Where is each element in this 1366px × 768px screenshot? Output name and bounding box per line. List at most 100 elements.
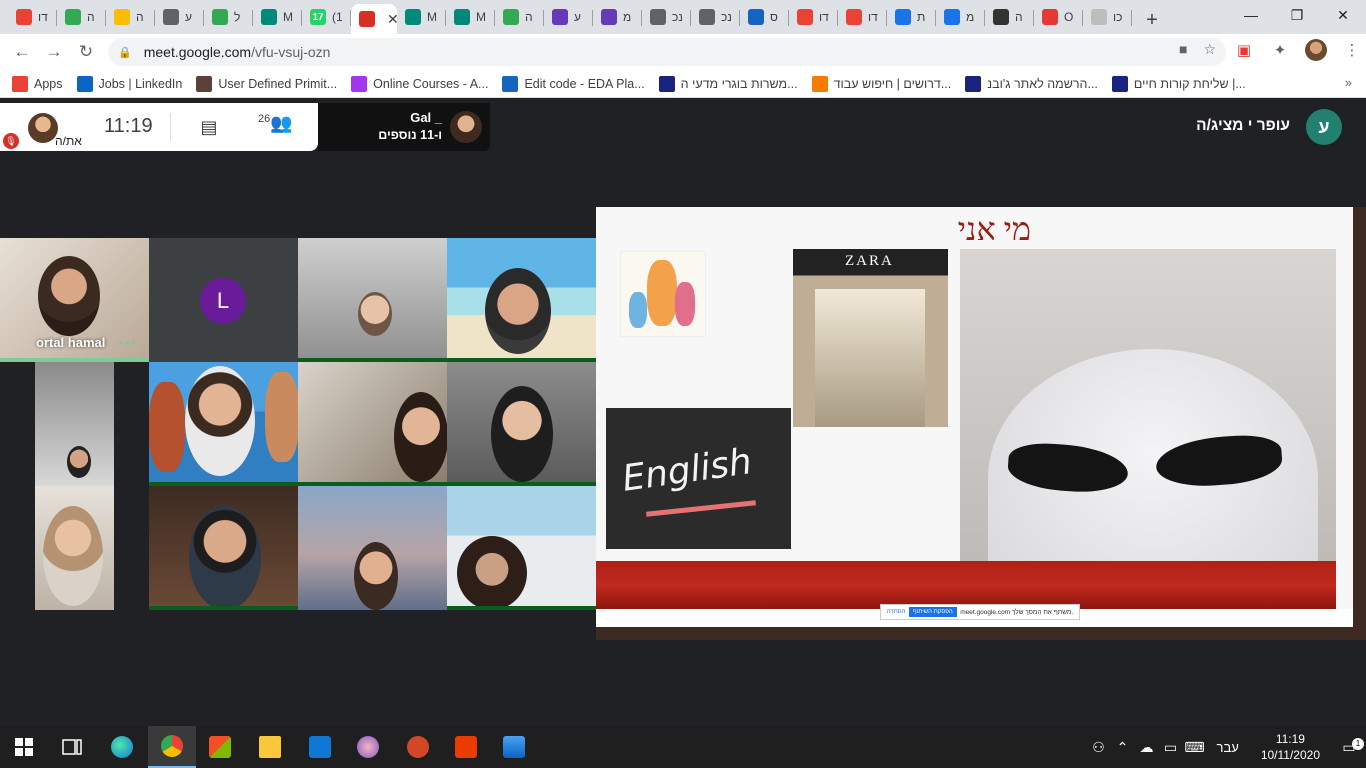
edge-icon[interactable] xyxy=(98,726,146,768)
extension-shield-icon[interactable]: ▣ xyxy=(1230,36,1258,64)
bookmark-item[interactable]: משרות בוגרי מדעי ה... xyxy=(658,75,798,92)
tab-label: M xyxy=(476,10,486,24)
speaker-others: ו-11 נוספים xyxy=(378,128,442,142)
close-window-button[interactable]: ✕ xyxy=(1320,0,1366,30)
minimize-button[interactable]: — xyxy=(1228,0,1274,30)
photos-icon[interactable] xyxy=(490,726,538,768)
browser-tab[interactable]: נכ xyxy=(691,3,740,31)
browser-tab[interactable]: נכ xyxy=(642,3,691,31)
browser-tab[interactable]: דו xyxy=(789,3,838,31)
back-icon[interactable]: ← xyxy=(6,36,38,68)
browser-tab[interactable]: ס xyxy=(740,3,789,31)
office-icon[interactable] xyxy=(442,726,490,768)
participant-tile[interactable]: ortal hamal ••• xyxy=(0,238,149,362)
keyboard-icon[interactable]: ⌨ xyxy=(1183,739,1207,756)
input-language[interactable]: עבר xyxy=(1217,740,1239,755)
chrome-icon[interactable] xyxy=(148,726,196,768)
chat-icon[interactable]: ▤ xyxy=(197,115,221,139)
bookmark-item[interactable]: Edit code - EDA Pla... xyxy=(502,75,645,92)
speaker-summary-card[interactable]: Gal _ ו-11 נוספים xyxy=(318,103,490,151)
browser-tab[interactable]: ל xyxy=(204,3,253,31)
bookmark-item[interactable]: User Defined Primit... xyxy=(196,75,337,92)
speaker-avatar xyxy=(450,111,482,143)
whatsapp-icon: 17 xyxy=(310,9,326,25)
profile-avatar[interactable] xyxy=(1302,36,1330,64)
bookmark-item[interactable]: הרשמה לאתר ג'ובנ... xyxy=(965,75,1098,92)
people-tray-icon[interactable]: ⚇ xyxy=(1087,739,1111,756)
browser-tab[interactable]: O xyxy=(1034,3,1083,31)
participant-tile[interactable] xyxy=(149,362,298,486)
browser-tab[interactable]: דו xyxy=(8,3,57,31)
onedrive-error-icon[interactable]: ☁ xyxy=(1135,739,1159,756)
address-bar[interactable]: 🔒 meet.google.com/vfu-vsuj-ozn ■ ☆ xyxy=(108,38,1226,66)
bookmark-item[interactable]: שליחת קורות חיים |... xyxy=(1111,75,1246,92)
browser-tab[interactable]: מ xyxy=(936,3,985,31)
participant-tile[interactable] xyxy=(298,486,447,610)
task-view-icon[interactable] xyxy=(48,726,96,768)
browser-tab[interactable]: M xyxy=(253,3,302,31)
hide-share-banner-button[interactable]: הסתרה xyxy=(887,609,906,615)
participant-tile[interactable] xyxy=(447,486,596,610)
browser-tab[interactable]: ה xyxy=(106,3,155,31)
store-icon[interactable] xyxy=(196,726,244,768)
hooded-photo xyxy=(960,249,1336,561)
bookmark-star-icon[interactable]: ☆ xyxy=(1203,41,1216,58)
participant-tile[interactable] xyxy=(35,486,114,610)
ji-icon xyxy=(658,75,675,92)
bookmark-item[interactable]: Apps xyxy=(12,75,63,92)
tab-label: ע xyxy=(574,10,581,24)
restore-button[interactable]: ❐ xyxy=(1274,0,1320,30)
extensions-puzzle-icon[interactable]: ✦ xyxy=(1266,36,1294,64)
ji-icon xyxy=(965,75,982,92)
clock-date[interactable]: 11:19 10/11/2020 xyxy=(1261,731,1320,763)
browser-tab[interactable]: ה xyxy=(985,3,1034,31)
start-button[interactable] xyxy=(0,726,48,768)
reload-icon[interactable]: ↻ xyxy=(70,36,102,68)
forward-icon[interactable]: → xyxy=(38,36,70,68)
participant-tile[interactable] xyxy=(298,238,447,362)
participant-tile[interactable]: L xyxy=(149,238,298,362)
bookmark-item[interactable]: דרושים | חיפוש עבוד... xyxy=(811,75,951,92)
notifications-icon[interactable]: ▭ 1 xyxy=(1332,737,1366,756)
browser-tab[interactable]: ע xyxy=(544,3,593,31)
powerpoint-icon[interactable] xyxy=(394,726,442,768)
tile-bar xyxy=(447,606,596,610)
participant-tile[interactable] xyxy=(447,238,596,362)
tab-label: כו xyxy=(1113,10,1123,24)
tab-label: נכ xyxy=(721,10,732,24)
browser-tab[interactable]: כו xyxy=(1083,3,1132,31)
bookmarks-more-icon[interactable]: » xyxy=(1345,75,1352,90)
browser-tab[interactable]: M xyxy=(446,3,495,31)
windows-taskbar: ⚇ ⌃ ☁ ▭ ⌨ עבר 11:19 10/11/2020 ▭ 1 xyxy=(0,726,1366,768)
bookmark-item[interactable]: Jobs | LinkedIn xyxy=(76,75,182,92)
browser-tab[interactable]: 17 (1 xyxy=(302,3,351,31)
mail-icon[interactable] xyxy=(296,726,344,768)
bookmark-label: משרות בוגרי מדעי ה... xyxy=(680,76,798,91)
browser-tab[interactable]: ✕ xyxy=(351,4,399,34)
browser-tab[interactable]: M xyxy=(397,3,446,31)
paint-icon[interactable] xyxy=(344,726,392,768)
new-tab-button[interactable]: + xyxy=(1138,6,1166,34)
file-explorer-icon[interactable] xyxy=(246,726,294,768)
tab-label: ה xyxy=(136,10,144,24)
network-icon[interactable]: ▭ xyxy=(1159,739,1183,756)
participant-tile[interactable] xyxy=(298,362,447,486)
show-hidden-icons-icon[interactable]: ⌃ xyxy=(1111,739,1135,756)
browser-tab[interactable]: מ xyxy=(593,3,642,31)
tab-label: O xyxy=(1064,10,1074,24)
menu-kebab-icon[interactable]: ⋮ xyxy=(1338,36,1366,64)
camera-icon[interactable]: ■ xyxy=(1179,41,1187,58)
browser-tab[interactable]: ה xyxy=(495,3,544,31)
bookmark-item[interactable]: Online Courses - A... xyxy=(351,75,488,92)
udemy-icon xyxy=(351,75,368,92)
participant-tile[interactable] xyxy=(149,486,298,610)
browser-tab[interactable]: ע xyxy=(155,3,204,31)
participant-tile[interactable] xyxy=(35,362,114,486)
eda-icon xyxy=(502,75,519,92)
participants-button[interactable]: 26 👥 xyxy=(258,113,293,134)
stop-sharing-button[interactable]: הפסקת השיתוף xyxy=(908,607,957,617)
browser-tab[interactable]: ת xyxy=(887,3,936,31)
browser-tab[interactable]: דו xyxy=(838,3,887,31)
participant-tile[interactable] xyxy=(447,362,596,486)
browser-tab[interactable]: ה xyxy=(57,3,106,31)
